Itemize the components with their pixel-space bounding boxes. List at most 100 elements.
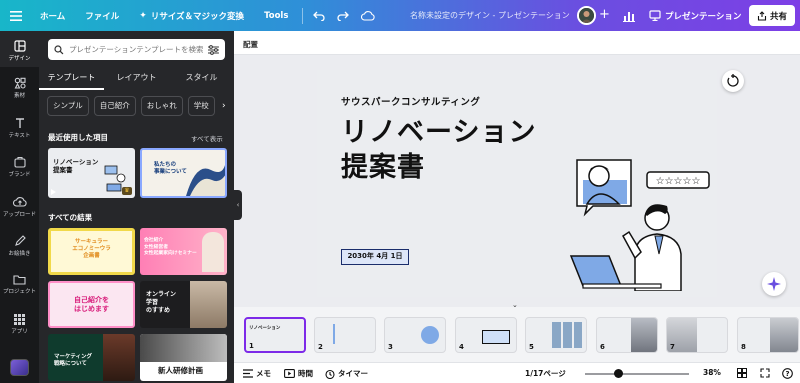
rail-item-text[interactable]: テキスト (0, 117, 39, 139)
page-thumb-6[interactable]: 6 (596, 317, 658, 353)
duration-button[interactable]: 時間 (284, 368, 313, 379)
sparkle-icon: ✦ (139, 10, 147, 21)
slide-title-line-1: リノベーション (341, 117, 537, 148)
collapse-panel-button[interactable]: ‹ (234, 190, 242, 220)
tools-button[interactable]: Tools (254, 11, 298, 21)
recent-app-icon[interactable] (10, 359, 29, 376)
slide-subtitle[interactable]: サウスパークコンサルティング (341, 94, 480, 108)
notes-icon (243, 369, 253, 378)
elements-icon (14, 77, 26, 89)
user-photo-icon (579, 8, 594, 23)
position-button[interactable]: 配置 (243, 39, 258, 50)
rail-item-projects[interactable]: プロジェクト (0, 274, 39, 295)
template-thumb-result-5[interactable]: マーケティング 戦略について (48, 334, 135, 381)
chip-stylish[interactable]: おしゃれ (140, 96, 183, 116)
text-icon (15, 118, 24, 128)
tab-layouts[interactable]: レイアウト (104, 68, 169, 90)
cloud-check-icon (361, 10, 376, 21)
page-thumb-8[interactable]: 8 (737, 317, 799, 353)
rail-label: プロジェクト (2, 289, 36, 295)
timer-button[interactable]: タイマー (325, 368, 368, 379)
filter-sliders-icon[interactable] (208, 44, 219, 55)
zoom-level[interactable]: 38% (703, 368, 721, 377)
rail-label: 素材 (13, 93, 25, 99)
consultant-illustration[interactable]: ☆☆☆☆☆ (569, 156, 714, 291)
wave-art-icon (186, 164, 225, 196)
illustration-graphic (482, 330, 510, 344)
thumb-text: リノベーション (249, 326, 281, 331)
chevron-right-icon[interactable]: › (222, 101, 226, 111)
home-button[interactable]: ホーム (30, 10, 75, 22)
slide-canvas[interactable]: サウスパークコンサルティング リノベーション 提案書 2030年 4月 1日 ☆… (317, 70, 717, 297)
help-button[interactable]: ? (782, 368, 793, 379)
sparkle-icon (767, 277, 781, 291)
rail-item-brand[interactable]: ブランド (0, 156, 39, 178)
chip-school[interactable]: 学校 (187, 96, 215, 116)
template-thumb-result-2[interactable]: 会社紹介 女性経営者 女性起業家向けセミナー (140, 228, 227, 275)
file-menu-button[interactable]: ファイル (75, 10, 129, 22)
redo-button[interactable] (331, 11, 355, 21)
search-input[interactable] (68, 45, 204, 54)
grid-view-button[interactable] (737, 368, 747, 378)
resize-magic-button[interactable]: ✦ リサイズ＆マジック変換 (129, 10, 254, 22)
template-thumb-result-6[interactable]: 新人研修計画 (140, 334, 227, 381)
undo-button[interactable] (307, 11, 331, 21)
page-thumb-5[interactable]: 5 (525, 317, 587, 353)
design-panel: テンプレート レイアウト スタイル シンプル 自己紹介 おしゃれ 学校 › 最近… (39, 31, 234, 383)
chip-simple[interactable]: シンプル (47, 96, 89, 116)
tab-styles[interactable]: スタイル (169, 68, 234, 90)
rail-item-draw[interactable]: お絵描き (0, 235, 39, 257)
slide-title[interactable]: リノベーション 提案書 (341, 115, 536, 185)
page-thumb-7[interactable]: 7 (666, 317, 728, 353)
zoom-slider-track[interactable] (585, 373, 689, 375)
redo-icon (337, 11, 350, 21)
present-button[interactable]: プレゼンテーション (643, 5, 747, 26)
rail-item-apps[interactable]: アプリ (0, 314, 39, 335)
notes-button[interactable]: メモ (243, 368, 271, 379)
page-thumb-3[interactable]: 3 (384, 317, 446, 353)
insights-button[interactable] (618, 7, 640, 24)
magic-assistant-button[interactable] (762, 272, 786, 296)
avatar[interactable] (577, 6, 596, 25)
see-all-link[interactable]: すべて表示 (191, 133, 223, 143)
template-thumb-result-1[interactable]: サーキュラー エコノミーウラ 企画書 (48, 228, 135, 275)
slide-date[interactable]: 2030年 4月 1日 (341, 249, 409, 265)
thumb-text: 私たちの 事業について (154, 162, 187, 175)
page-number: 5 (529, 343, 534, 351)
template-thumb-result-3[interactable]: 自己紹介を はじめます (48, 281, 135, 328)
document-title[interactable]: 名称未設定のデザイン - プレゼンテーション (410, 0, 570, 31)
add-collaborator-button[interactable]: + (599, 7, 610, 23)
folder-icon (13, 275, 26, 285)
editor-toolbar: 配置 (234, 31, 800, 55)
page-thumb-4[interactable]: 4 (455, 317, 517, 353)
panel-tabs: テンプレート レイアウト スタイル (39, 68, 234, 90)
rail-item-elements[interactable]: 素材 (0, 77, 39, 99)
zoom-slider-handle[interactable] (614, 369, 623, 378)
page-thumb-2[interactable]: 2 (314, 317, 376, 353)
rail-item-design[interactable]: デザイン (0, 31, 39, 67)
page-number: 8 (741, 343, 746, 351)
share-button[interactable]: 共有 (749, 5, 795, 26)
share-label: 共有 (769, 11, 787, 22)
diagram-graphic (333, 324, 369, 344)
page-thumb-1[interactable]: リノベーション 1 (244, 317, 306, 353)
undo-icon (313, 11, 325, 21)
grid-view-icon (737, 368, 747, 378)
photo (103, 334, 135, 381)
template-search[interactable] (48, 39, 225, 60)
refresh-comment-button[interactable] (722, 70, 744, 92)
cloud-save-button[interactable] (355, 10, 381, 21)
template-thumb-result-4[interactable]: オンライン 学習 のすすめ (140, 281, 227, 328)
rail-item-upload[interactable]: アップロード (0, 196, 39, 218)
comment-add-icon (727, 74, 739, 87)
chip-self-intro[interactable]: 自己紹介 (93, 96, 136, 116)
rail-label: アップロード (2, 212, 36, 218)
template-thumb-recent-2[interactable]: 私たちの 事業について (140, 148, 227, 198)
menu-button[interactable] (0, 10, 30, 21)
illustration-graphic (421, 326, 439, 344)
template-thumb-recent-1[interactable]: リノベーション 提案書 ♛ (48, 148, 135, 198)
tab-templates[interactable]: テンプレート (39, 68, 104, 90)
page-indicator[interactable]: 1/17ページ (525, 368, 566, 379)
bottom-bar: メモ 時間 タイマー 1/17ページ 38% ? (234, 362, 800, 383)
fullscreen-button[interactable] (760, 368, 770, 378)
